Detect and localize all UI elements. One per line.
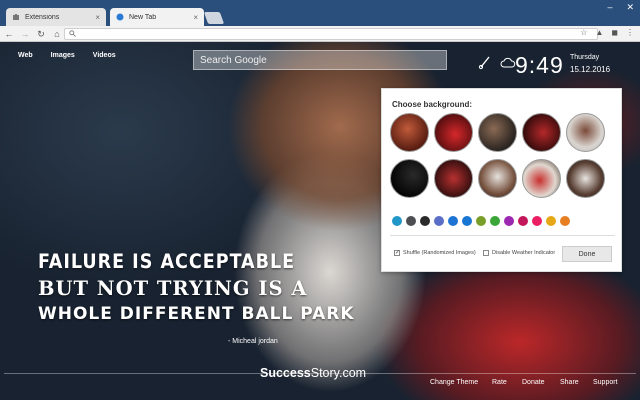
weather-label: Disable Weather Indicator — [492, 250, 556, 256]
new-tab-page: Web Images Videos Search Google 9:49 Thu… — [0, 42, 640, 400]
address-bar[interactable] — [64, 28, 598, 40]
clock-date: 15.12.2016 — [570, 65, 611, 74]
cloud-icon — [500, 56, 516, 74]
color-swatch[interactable] — [476, 216, 486, 226]
color-swatch[interactable] — [532, 216, 542, 226]
quote-line-1: FAILURE IS ACCEPTABLE — [38, 250, 296, 273]
shuffle-checkbox[interactable]: ✓ — [394, 250, 400, 256]
background-thumbnail[interactable] — [522, 113, 561, 152]
link-videos[interactable]: Videos — [93, 52, 116, 59]
footer-divider — [4, 373, 636, 374]
background-thumbnail[interactable] — [566, 159, 605, 198]
quote-line-2: BUT NOT TRYING IS A — [38, 277, 308, 300]
tab-title: New Tab — [129, 13, 157, 21]
color-swatch[interactable] — [406, 216, 416, 226]
color-swatch[interactable] — [490, 216, 500, 226]
shuffle-option[interactable]: ✓ Shuffle (Randomized Images) — [394, 250, 476, 256]
background-thumbnail[interactable] — [478, 113, 517, 152]
done-button[interactable]: Done — [562, 246, 612, 262]
tab-strip: Extensions × New Tab × – ✕ — [0, 0, 640, 26]
weather-option[interactable]: Disable Weather Indicator — [483, 250, 555, 256]
clock-widget: 9:49 Thursday 15.12.2016 — [478, 52, 638, 82]
forward-button[interactable]: → — [20, 28, 30, 40]
background-thumbnail[interactable] — [478, 159, 517, 198]
window-close-button[interactable]: ✕ — [626, 2, 634, 13]
reload-button[interactable]: ↻ — [36, 28, 46, 40]
link-images[interactable]: Images — [51, 52, 75, 59]
search-input[interactable]: Search Google — [193, 50, 447, 70]
puzzle-icon — [12, 13, 20, 21]
background-thumbnails — [390, 113, 620, 198]
footer-link-share[interactable]: Share — [560, 379, 593, 386]
background-thumbnail[interactable] — [434, 113, 473, 152]
extension-icon[interactable]: ▲ — [595, 28, 603, 37]
footer-link-rate[interactable]: Rate — [492, 379, 522, 386]
color-swatch[interactable] — [462, 216, 472, 226]
browser-toolbar: ← → ↻ ⌂ ☆ ▲ ◼ ⋮ — [0, 26, 640, 42]
star-icon[interactable]: ☆ — [580, 28, 587, 37]
color-swatch[interactable] — [560, 216, 570, 226]
panel-title: Choose background: — [392, 100, 473, 109]
color-swatch[interactable] — [434, 216, 444, 226]
background-thumbnail[interactable] — [522, 159, 561, 198]
brush-icon[interactable] — [478, 54, 492, 75]
menu-icon[interactable]: ⋮ — [626, 28, 634, 37]
color-swatch[interactable] — [448, 216, 458, 226]
shuffle-label: Shuffle (Randomized Images) — [403, 250, 476, 256]
tab-extensions[interactable]: Extensions × — [6, 8, 106, 26]
background-thumbnail[interactable] — [566, 113, 605, 152]
footer-link-change-theme[interactable]: Change Theme — [430, 379, 492, 386]
quote-line-3: WHOLE DIFFERENT BALL PARK — [38, 304, 355, 324]
quote-author: - Micheal jordan — [228, 338, 278, 345]
background-thumbnail[interactable] — [390, 159, 429, 198]
background-thumbnail[interactable] — [390, 113, 429, 152]
footer-links: Change Theme Rate Donate Share Support — [430, 379, 629, 386]
home-button[interactable]: ⌂ — [52, 28, 62, 40]
tab-new-tab[interactable]: New Tab × — [110, 8, 204, 26]
close-icon[interactable]: × — [193, 13, 198, 22]
background-chooser-panel: Choose background: ✓ Shuffle (Randomized… — [381, 88, 622, 272]
new-tab-icon — [116, 13, 124, 21]
back-button[interactable]: ← — [4, 28, 14, 40]
tab-title: Extensions — [25, 13, 60, 21]
color-swatch[interactable] — [392, 216, 402, 226]
clock-day: Thursday — [570, 54, 600, 61]
color-swatch[interactable] — [504, 216, 514, 226]
footer-link-support[interactable]: Support — [593, 379, 629, 386]
quote: FAILURE IS ACCEPTABLE BUT NOT TRYING IS … — [38, 250, 355, 324]
user-icon[interactable]: ◼ — [611, 28, 618, 37]
new-tab-button[interactable] — [203, 12, 225, 24]
color-swatches — [392, 216, 570, 226]
close-icon[interactable]: × — [95, 13, 100, 22]
toolbar-actions: ☆ ▲ ◼ ⋮ — [580, 28, 634, 37]
clock-time: 9:49 — [515, 52, 564, 78]
search-type-links: Web Images Videos — [18, 52, 116, 59]
color-swatch[interactable] — [546, 216, 556, 226]
background-thumbnail[interactable] — [434, 159, 473, 198]
link-web[interactable]: Web — [18, 52, 33, 59]
weather-checkbox[interactable] — [483, 250, 489, 256]
minimize-button[interactable]: – — [607, 2, 612, 13]
search-icon — [69, 29, 76, 39]
window-controls: – ✕ — [607, 2, 634, 13]
color-swatch[interactable] — [518, 216, 528, 226]
color-swatch[interactable] — [420, 216, 430, 226]
footer-link-donate[interactable]: Donate — [522, 379, 560, 386]
divider — [390, 235, 615, 236]
